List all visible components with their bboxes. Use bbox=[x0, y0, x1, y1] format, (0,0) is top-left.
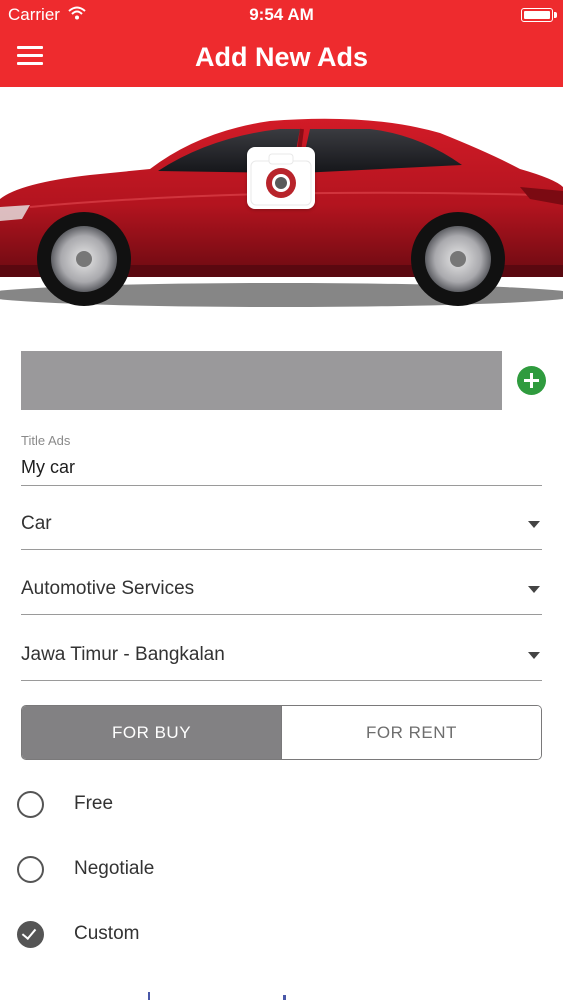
price-option-label: Custom bbox=[74, 923, 140, 944]
listing-type-segment: FOR BUY FOR RENT bbox=[21, 705, 542, 760]
page-title: Add New Ads bbox=[194, 42, 368, 72]
chevron-down-icon bbox=[528, 586, 540, 593]
status-bar: Carrier 9:54 AM bbox=[0, 0, 563, 30]
title-ads-input[interactable]: My car bbox=[21, 454, 542, 486]
category-value: Car bbox=[21, 513, 52, 534]
category-select[interactable]: Car bbox=[21, 500, 542, 550]
price-option-negotiable[interactable]: Negotiale bbox=[17, 855, 317, 885]
for-rent-tab[interactable]: FOR RENT bbox=[281, 706, 541, 759]
price-option-custom[interactable]: Custom bbox=[17, 920, 317, 950]
price-option-free[interactable]: Free bbox=[17, 790, 317, 820]
car-photo bbox=[0, 87, 563, 320]
status-time: 9:54 AM bbox=[249, 5, 314, 24]
for-buy-tab[interactable]: FOR BUY bbox=[22, 706, 281, 759]
battery-icon bbox=[521, 8, 557, 22]
navigation-bar: Add New Ads bbox=[0, 30, 563, 87]
radio-checked-icon[interactable] bbox=[17, 921, 44, 948]
cutoff-content-mark bbox=[148, 992, 150, 1000]
price-option-label: Free bbox=[74, 793, 114, 814]
photo-slot-bar[interactable] bbox=[21, 351, 502, 410]
chevron-down-icon bbox=[528, 521, 540, 528]
subcategory-select[interactable]: Automotive Services bbox=[21, 565, 542, 615]
radio-unchecked-icon[interactable] bbox=[17, 791, 44, 818]
location-value: Jawa Timur - Bangkalan bbox=[21, 644, 225, 665]
subcategory-value: Automotive Services bbox=[21, 578, 195, 599]
chevron-down-icon bbox=[528, 652, 540, 659]
price-option-label: Negotiale bbox=[74, 858, 155, 879]
radio-unchecked-icon[interactable] bbox=[17, 856, 44, 883]
add-circle-icon[interactable] bbox=[517, 366, 546, 395]
cutoff-content-mark bbox=[283, 995, 286, 1000]
title-ads-label: Title Ads bbox=[21, 433, 71, 448]
camera-icon[interactable] bbox=[247, 147, 315, 209]
location-select[interactable]: Jawa Timur - Bangkalan bbox=[21, 631, 542, 681]
